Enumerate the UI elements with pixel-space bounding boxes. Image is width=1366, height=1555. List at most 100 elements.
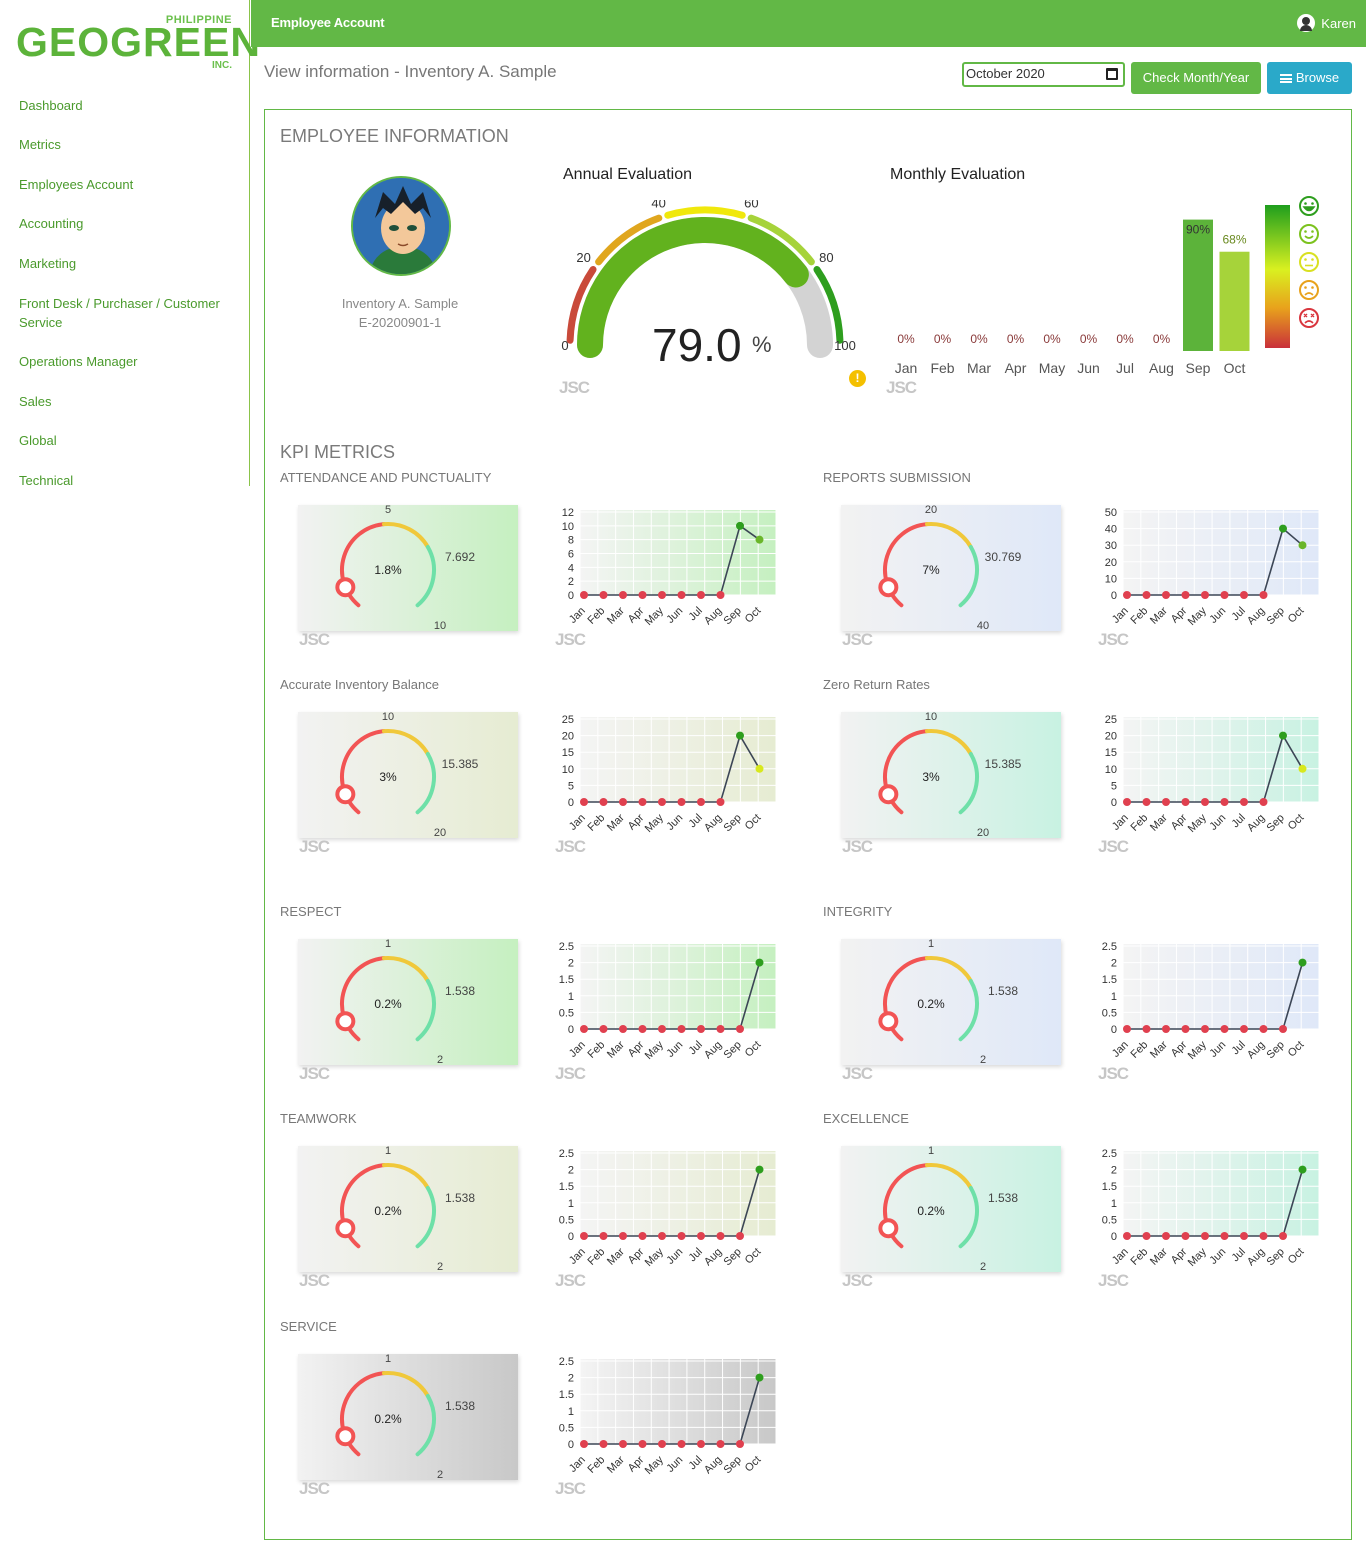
kpi-data-point xyxy=(677,1440,686,1448)
kpi-data-point xyxy=(755,1373,764,1382)
kpi-x-tick-label: Jul xyxy=(686,1039,704,1057)
kpi-data-point xyxy=(619,591,627,599)
sidebar-item-marketing[interactable]: Marketing xyxy=(19,254,229,273)
kpi-data-point xyxy=(1240,1232,1248,1240)
kpi-gauge-pointer xyxy=(335,577,356,598)
kpi-data-point xyxy=(677,1025,686,1033)
kpi-x-tick-label: May xyxy=(643,1039,667,1063)
kpi-data-point xyxy=(1123,591,1131,599)
sidebar-item-front-desk[interactable]: Front Desk / Purchaser / Customer Servic… xyxy=(19,294,229,332)
kpi-line-chart-background xyxy=(580,717,776,802)
monthly-evaluation-title: Monthly Evaluation xyxy=(890,166,1026,183)
kpi-x-tick-label: Sep xyxy=(1265,1246,1287,1268)
kpi-gauge-background xyxy=(841,1146,1061,1272)
jsc-watermark: JSC xyxy=(842,630,873,649)
employee-name: Inventory A. Sample xyxy=(341,296,459,311)
monthly-bar-chart: 0% Jan 0% Feb 0% Mar 0% Apr 0% May 0% Jun 0% Jul 0% Aug… xyxy=(895,196,1319,376)
kpi-data-point xyxy=(716,1025,725,1033)
kpi-x-tick-label: Apr xyxy=(626,605,647,626)
kpi-x-tick-label: Oct xyxy=(743,812,764,833)
kpi-line-chart-service: 2.5 2 1.5 1 0.5 0 JanFebMarAprMayJun JulAugSepO… xyxy=(559,1356,777,1477)
calendar-icon[interactable] xyxy=(1106,68,1118,80)
monthly-month-label: Feb xyxy=(930,360,954,376)
kpi-gauge-right-label: 15.385 xyxy=(985,757,1022,771)
kpi-x-tick-label: Aug xyxy=(702,1039,724,1061)
kpi-gauge-top-label: 10 xyxy=(925,712,937,723)
kpi-x-tick-label: Apr xyxy=(626,1039,647,1060)
kpi-x-tick-label: Apr xyxy=(1169,1039,1190,1060)
kpi-gauge-percent: 3% xyxy=(379,770,397,784)
kpi-x-tick-label: Jan xyxy=(567,1039,588,1060)
kpi-x-tick-label: Aug xyxy=(1245,1039,1267,1061)
monthly-month-label: Mar xyxy=(967,360,991,376)
kpi-x-tick-label: Mar xyxy=(605,1039,627,1061)
kpi-gauge-attendance-and-punctuality: 1.8% 5 7.692 10 xyxy=(298,505,518,631)
jsc-watermark: JSC xyxy=(555,630,586,649)
kpi-x-tick-label: Sep xyxy=(722,1039,744,1061)
geogreen-logo[interactable]: PHILIPPINE GEOGREEN INC. xyxy=(14,14,260,74)
sidebar-item-metrics[interactable]: Metrics xyxy=(19,135,229,154)
sidebar-item-operations-manager[interactable]: Operations Manager xyxy=(19,352,229,371)
frown-face-icon xyxy=(1299,280,1319,300)
check-month-year-button[interactable]: Check Month/Year xyxy=(1131,62,1261,94)
logo-bottom-text: INC. xyxy=(212,60,232,71)
user-menu[interactable]: Karen xyxy=(1297,14,1356,32)
kpi-y-tick-label: 2 xyxy=(568,958,574,970)
kpi-gauge-teamwork: 0.2% 1 1.538 2 xyxy=(298,1146,518,1272)
sidebar-item-dashboard[interactable]: Dashboard xyxy=(19,96,229,115)
kpi-gauge-top-label: 1 xyxy=(928,1146,934,1157)
sidebar-item-global[interactable]: Global xyxy=(19,431,229,450)
annual-scale-segment xyxy=(664,206,746,219)
kpi-x-tick-label: Jul xyxy=(1229,605,1247,623)
kpi-data-point xyxy=(1201,1232,1209,1240)
kpi-gauge-background xyxy=(298,1354,518,1480)
kpi-x-tick-label: Mar xyxy=(1148,812,1170,834)
monthly-bar xyxy=(1219,251,1250,351)
kpi-gauge-pointer xyxy=(878,577,899,598)
kpi-x-tick-label: Aug xyxy=(702,1454,724,1476)
kpi-gauge-bottom-label: 2 xyxy=(980,1261,986,1272)
kpi-x-tick-label: Sep xyxy=(722,605,744,627)
kpi-gauge-percent: 3% xyxy=(922,770,940,784)
sidebar-item-accounting[interactable]: Accounting xyxy=(19,214,229,233)
top-bar: Employee Account Karen xyxy=(251,0,1366,47)
warning-icon[interactable]: ! xyxy=(849,370,866,387)
kpi-data-point xyxy=(1142,1232,1151,1240)
kpi-gauge-pointer xyxy=(335,784,356,805)
kpi-data-point xyxy=(1240,1025,1248,1033)
kpi-data-point xyxy=(1162,591,1170,599)
sidebar-item-technical[interactable]: Technical xyxy=(19,471,229,490)
annual-scale-label: 0 xyxy=(561,338,568,353)
kpi-x-tick-label: May xyxy=(643,1246,667,1270)
month-year-input[interactable]: October 2020 xyxy=(962,62,1125,87)
sidebar-item-employees-account[interactable]: Employees Account xyxy=(19,175,229,194)
kpi-y-tick-label: 50 xyxy=(1105,507,1117,519)
kpi-y-tick-label: 20 xyxy=(1105,557,1117,569)
kpi-data-point xyxy=(736,1232,744,1240)
kpi-gauge-background xyxy=(298,505,518,631)
kpi-gauge-bottom-label: 2 xyxy=(980,1054,986,1065)
browse-button[interactable]: Browse xyxy=(1267,62,1352,94)
kpi-data-point xyxy=(1201,591,1209,599)
jsc-watermark-monthly: JSC xyxy=(886,378,917,397)
kpi-data-point xyxy=(580,1025,588,1033)
jsc-watermark: JSC xyxy=(299,837,330,856)
kpi-data-point xyxy=(755,535,764,544)
kpi-gauge-accurate-inventory-balance: 3% 10 15.385 20 xyxy=(298,712,518,838)
kpi-data-point xyxy=(736,731,744,740)
sidebar-item-sales[interactable]: Sales xyxy=(19,392,229,411)
kpi-x-tick-label: Jun xyxy=(1207,1039,1228,1060)
kpi-y-tick-label: 10 xyxy=(1105,764,1117,776)
kpi-y-tick-label: 10 xyxy=(562,764,574,776)
kpi-x-tick-label: Aug xyxy=(702,1246,724,1268)
kpi-x-tick-label: Oct xyxy=(743,1246,764,1267)
jsc-watermark: JSC xyxy=(299,1479,330,1498)
kpi-line-chart-background xyxy=(1123,717,1319,802)
kpi-x-tick-label: Jul xyxy=(686,605,704,623)
kpi-y-tick-label: 1 xyxy=(568,1406,574,1418)
jsc-watermark: JSC xyxy=(555,837,586,856)
kpi-data-point xyxy=(1298,541,1307,550)
kpi-x-tick-label: Sep xyxy=(722,1454,744,1476)
kpi-data-point xyxy=(599,1232,608,1240)
monthly-bar-label: 0% xyxy=(1080,332,1098,346)
